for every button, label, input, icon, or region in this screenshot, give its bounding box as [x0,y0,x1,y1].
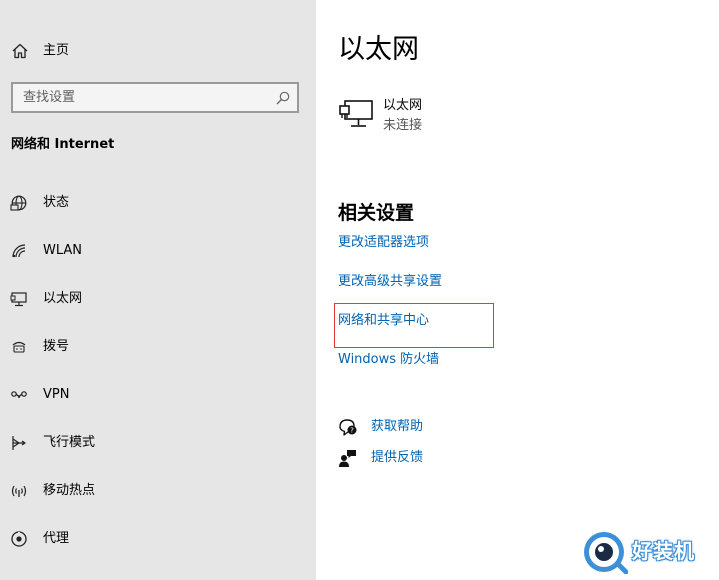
help-icon: ? [339,419,357,436]
advanced-sharing-link[interactable]: 更改高级共享设置 [338,273,442,291]
page-title: 以太网 [338,34,419,65]
monitor-icon [339,100,373,127]
give-feedback-item[interactable]: 提供反馈 [338,447,538,469]
sidebar: 主页 网络和 Internet 状态 WLAN [0,0,316,580]
feedback-icon [339,450,356,467]
highlight-box [334,303,494,348]
sidebar-item-dialup[interactable]: 拨号 [0,327,316,367]
nav-home-label: 主页 [43,43,70,58]
adapter-status: 未连接 [383,118,423,133]
watermark-text: 好装机 [632,539,695,563]
get-help-item[interactable]: ? 获取帮助 [338,416,538,438]
ethernet-icon [10,292,27,307]
sidebar-item-ethernet[interactable]: 以太网 [0,279,316,319]
windows-firewall-link[interactable]: Windows 防火墙 [338,351,439,369]
change-adapter-options-link[interactable]: 更改适配器选项 [338,234,429,252]
section-title: 网络和 Internet [11,137,115,152]
sidebar-item-hotspot[interactable]: 移动热点 [0,471,316,511]
sidebar-item-label: 移动热点 [43,483,96,498]
watermark: 好装机 [582,528,716,576]
get-help-label: 获取帮助 [371,419,424,434]
sidebar-item-label: 拨号 [43,339,70,354]
svg-text:?: ? [350,427,354,435]
dialup-icon [12,341,26,353]
wifi-icon [12,244,26,258]
sidebar-item-vpn[interactable]: VPN [0,375,316,415]
sidebar-item-label: 代理 [43,531,70,546]
sidebar-item-wlan[interactable]: WLAN [0,231,316,271]
nav-home[interactable]: 主页 [0,33,316,69]
related-settings-title: 相关设置 [338,202,415,224]
sidebar-item-label: 以太网 [43,291,83,306]
sidebar-item-airplane[interactable]: 飞行模式 [0,423,316,463]
airplane-icon [12,436,26,450]
search-icon[interactable] [275,90,291,106]
sidebar-item-status[interactable]: 状态 [0,183,316,223]
search-box[interactable] [11,82,299,113]
main-content: 以太网 以太网 未连接 相关设置 更改适配器选项 更改高级共享设置 网络和共享中… [316,0,719,580]
proxy-icon [11,531,27,547]
home-icon [12,43,28,59]
vpn-icon [11,391,27,398]
sidebar-item-proxy[interactable]: 代理 [0,519,316,559]
sidebar-item-label: 飞行模式 [43,435,96,450]
sidebar-item-label: 状态 [43,195,70,210]
globe-icon [10,195,27,211]
sidebar-item-label: VPN [43,387,70,402]
search-input[interactable] [13,84,269,111]
logo-icon [584,532,628,574]
ethernet-adapter[interactable]: 以太网 未连接 [338,96,538,140]
sidebar-item-label: WLAN [43,243,83,258]
give-feedback-label: 提供反馈 [371,450,424,465]
hotspot-icon [11,485,27,497]
adapter-name: 以太网 [383,98,423,113]
